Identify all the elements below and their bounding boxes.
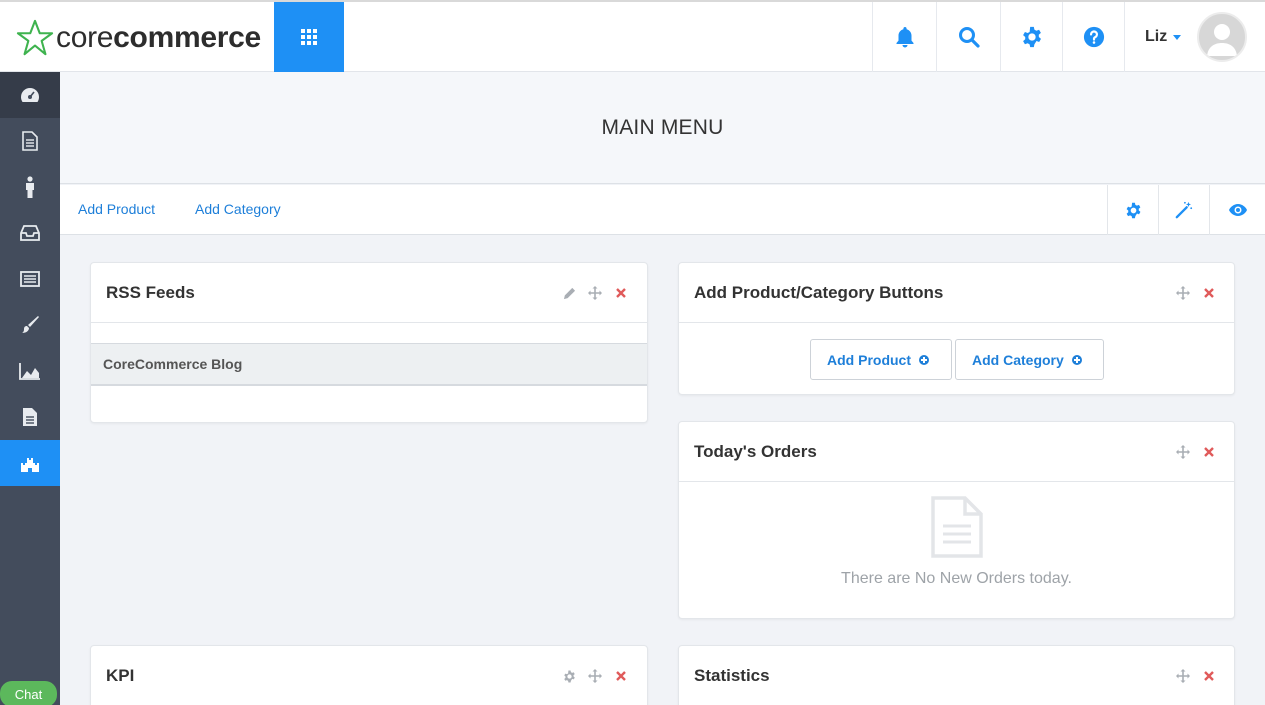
search-icon <box>958 27 980 48</box>
add-product-button[interactable]: Add Product <box>810 339 952 380</box>
todays-orders-panel: Today's Orders There are No New Orders t… <box>678 421 1235 619</box>
move-icon[interactable] <box>1176 445 1190 459</box>
plus-circle-icon <box>1071 354 1082 365</box>
todays-orders-header: Today's Orders <box>679 422 1234 482</box>
eye-icon <box>1228 204 1247 216</box>
sidebar-item-store[interactable] <box>0 440 60 486</box>
panel-title: KPI <box>106 666 135 685</box>
kpi-header: KPI <box>91 646 647 705</box>
settings-button[interactable] <box>1000 2 1062 72</box>
close-icon[interactable] <box>614 669 628 683</box>
orders-icon <box>20 225 40 241</box>
sidebar-item-content[interactable] <box>0 394 60 440</box>
sidebar-item-pages[interactable] <box>0 118 60 164</box>
catalog-icon <box>20 271 40 287</box>
move-icon[interactable] <box>1176 669 1190 683</box>
pencil-icon[interactable] <box>562 286 576 300</box>
close-icon[interactable] <box>1202 286 1216 300</box>
gear-icon <box>1126 202 1140 218</box>
rss-feeds-panel: RSS Feeds CoreCommerce Blog <box>90 262 648 423</box>
logo-star-icon <box>16 19 54 56</box>
add-product-link[interactable]: Add Product <box>78 201 155 217</box>
notifications-button[interactable] <box>872 2 936 72</box>
caret-down-icon <box>1173 34 1182 40</box>
chat-button[interactable]: Chat <box>0 681 57 705</box>
sidebar: Chat <box>0 72 60 705</box>
dashboard-icon <box>21 88 39 102</box>
document-icon <box>931 496 983 558</box>
page-header: MAIN MENU <box>60 72 1265 184</box>
user-silhouette-icon <box>1207 24 1237 56</box>
statistics-panel: Statistics <box>678 645 1235 705</box>
customize-button[interactable] <box>1158 185 1209 235</box>
help-icon <box>1083 26 1104 48</box>
top-bar: corecommerce Liz <box>0 0 1265 72</box>
move-icon[interactable] <box>588 669 602 683</box>
apps-menu-button[interactable] <box>274 2 344 72</box>
rss-feeds-header: RSS Feeds <box>91 263 647 323</box>
sidebar-item-design[interactable] <box>0 302 60 348</box>
panel-title: RSS Feeds <box>106 283 195 302</box>
move-icon[interactable] <box>588 286 602 300</box>
help-button[interactable] <box>1062 2 1124 72</box>
customers-icon <box>26 176 34 198</box>
sidebar-item-catalog[interactable] <box>0 256 60 302</box>
close-icon[interactable] <box>1202 669 1216 683</box>
search-button[interactable] <box>936 2 1000 72</box>
design-icon <box>22 316 39 333</box>
sidebar-item-reports[interactable] <box>0 348 60 394</box>
add-product-label: Add Product <box>827 351 911 368</box>
reports-icon <box>19 363 40 380</box>
gear-icon <box>1022 26 1041 48</box>
statistics-header: Statistics <box>679 646 1234 705</box>
bell-icon <box>896 27 913 48</box>
close-icon[interactable] <box>614 286 628 300</box>
gear-icon[interactable] <box>562 669 576 683</box>
content-icon <box>23 408 37 426</box>
empty-orders-message: There are No New Orders today. <box>841 570 1072 587</box>
add-category-button[interactable]: Add Category <box>955 339 1104 380</box>
panel-title: Statistics <box>694 666 770 685</box>
panel-title: Today's Orders <box>694 442 817 461</box>
feed-name: CoreCommerce Blog <box>103 356 243 372</box>
action-toolbar: Add Product Add Category <box>60 185 1265 235</box>
page-title: MAIN MENU <box>601 115 724 139</box>
sidebar-item-dashboard[interactable] <box>0 72 60 118</box>
dashboard-settings-button[interactable] <box>1107 185 1158 235</box>
panel-title: Add Product/Category Buttons <box>694 283 944 302</box>
grid-icon <box>301 29 317 45</box>
add-buttons-panel: Add Product/Category Buttons Add Product… <box>678 262 1235 395</box>
kpi-panel: KPI <box>90 645 648 705</box>
move-icon[interactable] <box>1176 286 1190 300</box>
add-buttons-header: Add Product/Category Buttons <box>679 263 1234 323</box>
plus-circle-icon <box>919 354 929 365</box>
preview-button[interactable] <box>1209 185 1265 235</box>
user-name: Liz <box>1145 28 1168 45</box>
sidebar-item-orders[interactable] <box>0 210 60 256</box>
magic-wand-icon <box>1175 201 1193 219</box>
avatar[interactable] <box>1197 12 1247 62</box>
sidebar-item-customers[interactable] <box>0 164 60 210</box>
close-icon[interactable] <box>1202 445 1216 459</box>
logo-wordmark: corecommerce <box>56 21 261 54</box>
list-item[interactable]: CoreCommerce Blog <box>91 343 647 386</box>
pages-icon <box>22 131 38 151</box>
corecommerce-logo[interactable]: corecommerce <box>16 16 261 60</box>
castle-icon <box>21 458 39 472</box>
user-menu[interactable]: Liz <box>1124 2 1265 72</box>
add-category-link[interactable]: Add Category <box>195 201 281 217</box>
add-category-label: Add Category <box>972 351 1064 368</box>
